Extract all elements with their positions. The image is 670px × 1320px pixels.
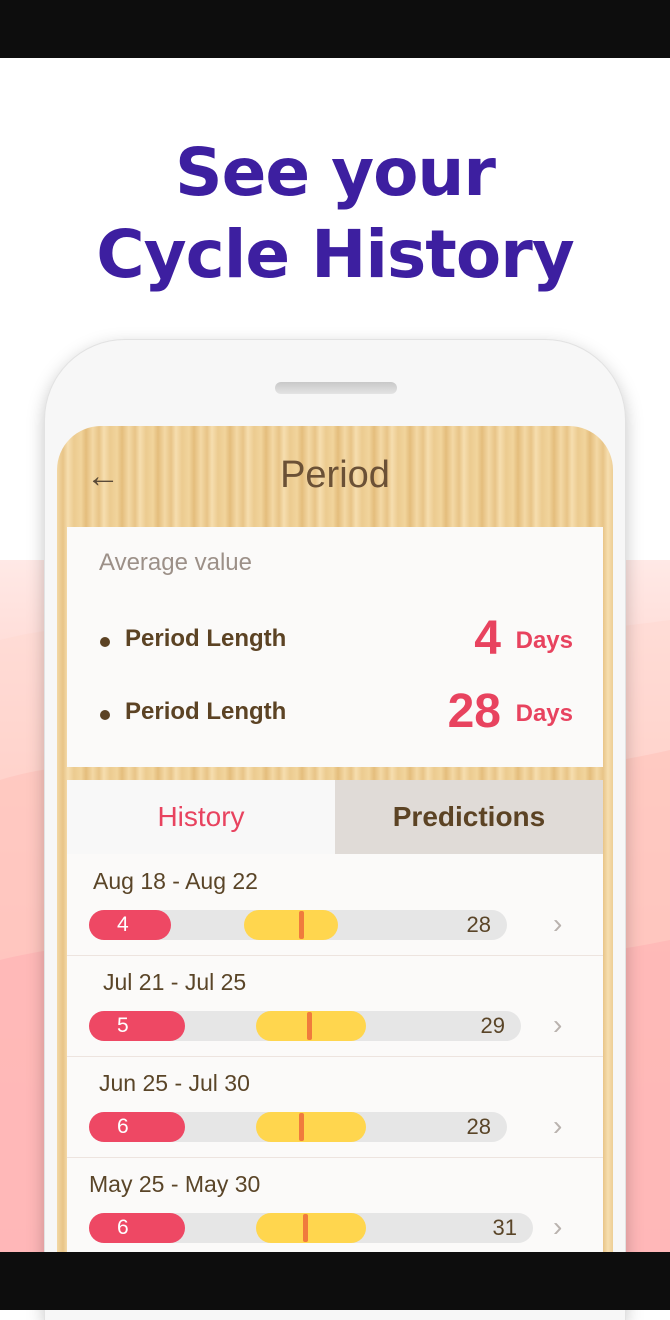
status-bar xyxy=(0,0,670,58)
cycle-length: 28 xyxy=(466,1114,491,1139)
stat-unit: Days xyxy=(515,627,573,654)
headline-line-2: Cycle History xyxy=(96,216,575,293)
cycle-dates: May 25 - May 30 xyxy=(89,1171,261,1197)
chevron-right-icon[interactable]: › xyxy=(553,908,562,940)
stat-name: Period Length xyxy=(125,698,287,725)
cycle-length: 29 xyxy=(480,1013,505,1038)
period-days-pill: 6 xyxy=(89,1213,185,1243)
cycle-dates: Aug 18 - Aug 22 xyxy=(93,868,258,894)
stat-name: Period Length xyxy=(125,625,287,652)
cycle-dates: Jun 25 - Jul 30 xyxy=(99,1070,250,1096)
fertile-window-bar xyxy=(256,1213,366,1243)
ovulation-marker xyxy=(299,911,304,939)
phone-frame: ← Period Average value Period Length 4 D… xyxy=(45,340,625,1320)
cycle-bar: 4 28 xyxy=(89,910,507,940)
stat-unit: Days xyxy=(515,700,573,727)
navigation-bar xyxy=(0,1252,670,1310)
page-title: Period xyxy=(280,454,390,496)
period-days-pill: 4 xyxy=(89,910,171,940)
phone-speaker xyxy=(275,382,397,394)
average-card: Average value Period Length 4 Days Perio… xyxy=(67,527,603,767)
cycle-bar: 5 29 xyxy=(89,1011,521,1041)
tab-predictions[interactable]: Predictions xyxy=(335,780,603,854)
chevron-right-icon[interactable]: › xyxy=(553,1211,562,1243)
cycle-bar: 6 31 xyxy=(89,1213,533,1243)
list-item[interactable]: May 25 - May 30 6 31 › xyxy=(67,1157,603,1256)
bullet-icon xyxy=(100,637,110,647)
stat-period-length: Period Length 4 Days xyxy=(67,611,603,671)
headline: See your Cycle History xyxy=(0,132,670,296)
period-days-pill: 6 xyxy=(89,1112,185,1142)
list-item[interactable]: Jun 25 - Jul 30 6 28 › xyxy=(67,1056,603,1158)
tab-bar: History Predictions xyxy=(67,780,603,854)
stat-value: 28 xyxy=(447,685,501,738)
bullet-icon xyxy=(100,710,110,720)
ovulation-marker xyxy=(303,1214,308,1242)
ovulation-marker xyxy=(299,1113,304,1141)
list-item[interactable]: Aug 18 - Aug 22 4 28 › xyxy=(67,854,603,956)
cycle-length: 28 xyxy=(466,912,491,937)
tab-history[interactable]: History xyxy=(67,780,335,854)
cycle-length: 31 xyxy=(492,1215,517,1240)
app-bar: ← Period xyxy=(57,426,613,526)
ovulation-marker xyxy=(307,1012,312,1040)
cycle-dates: Jul 21 - Jul 25 xyxy=(103,969,247,995)
cycle-history-list: Aug 18 - Aug 22 4 28 › Jul 21 - Jul 25 5… xyxy=(67,854,603,1256)
list-item[interactable]: Jul 21 - Jul 25 5 29 › xyxy=(67,955,603,1057)
stat-cycle-length: Period Length 28 Days xyxy=(67,684,603,744)
cycle-bar: 6 28 xyxy=(89,1112,507,1142)
app-screen: ← Period Average value Period Length 4 D… xyxy=(57,426,613,1256)
period-days-pill: 5 xyxy=(89,1011,185,1041)
chevron-right-icon[interactable]: › xyxy=(553,1110,562,1142)
chevron-right-icon[interactable]: › xyxy=(553,1009,562,1041)
fertile-window-bar xyxy=(244,910,338,940)
headline-line-1: See your xyxy=(175,134,496,211)
average-label: Average value xyxy=(99,549,252,576)
stat-value: 4 xyxy=(474,612,501,665)
fertile-window-bar xyxy=(256,1112,366,1142)
